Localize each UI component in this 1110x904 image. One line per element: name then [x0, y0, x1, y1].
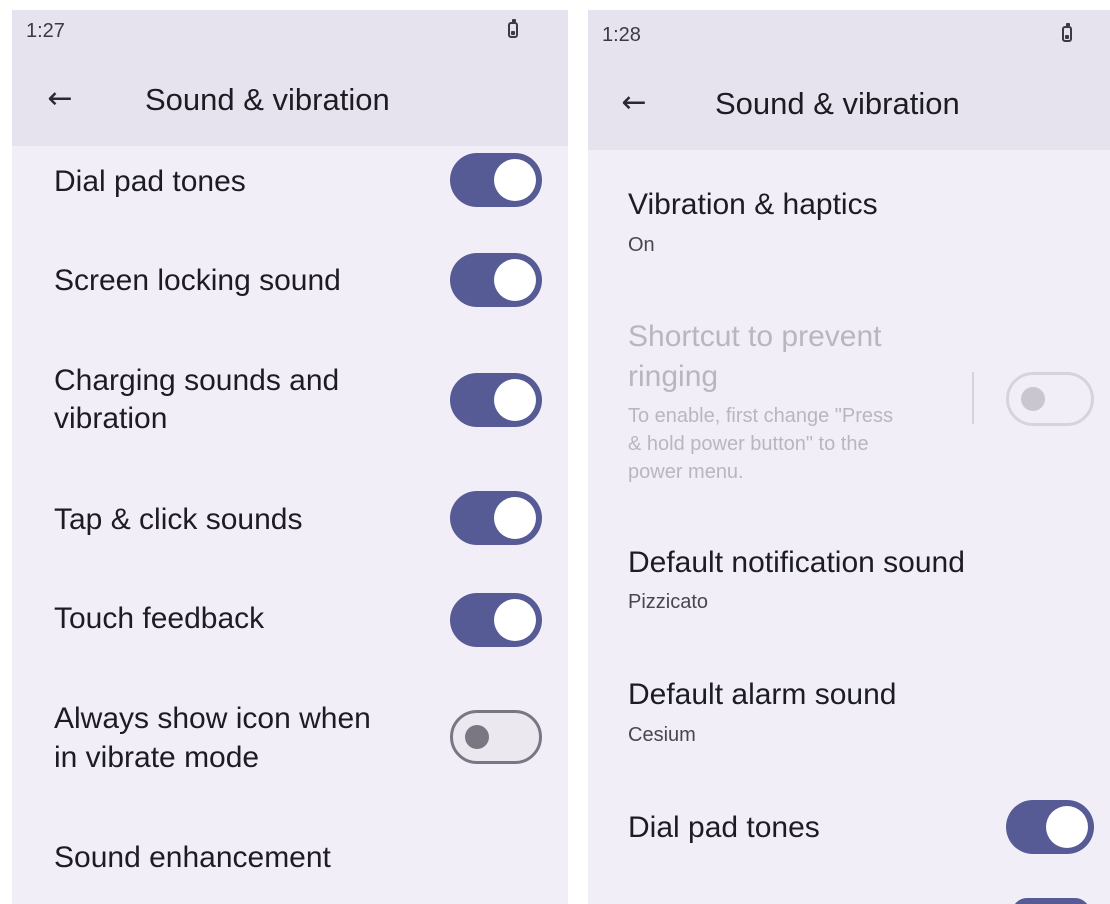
setting-label-line2: vibration: [54, 402, 168, 435]
app-bar: ← Sound & vibration: [588, 58, 1110, 150]
back-arrow-icon[interactable]: ←: [40, 80, 80, 120]
setting-label: Charging sounds and: [54, 364, 340, 397]
toggle-knob: [1046, 806, 1088, 848]
setting-label: Default alarm sound: [628, 678, 897, 711]
page-title: Sound & vibration: [715, 86, 960, 121]
page-title: Sound & vibration: [145, 82, 390, 117]
setting-label: Default notification sound: [628, 546, 965, 579]
toggle-knob: [494, 497, 536, 539]
battery-icon: [508, 19, 518, 38]
setting-label: Dial pad tones: [54, 165, 246, 198]
setting-summary: On: [628, 234, 655, 256]
app-bar: ← Sound & vibration: [12, 54, 568, 146]
toggle-knob: [494, 159, 536, 201]
toggle-knob: [494, 599, 536, 641]
toggle-knob: [494, 379, 536, 421]
toggle-knob: [1021, 387, 1045, 411]
setting-label: Always show icon when: [54, 702, 371, 735]
setting-summary: Pizzicato: [628, 591, 709, 613]
setting-label: Shortcut to prevent: [628, 320, 882, 353]
setting-summary: Cesium: [628, 724, 696, 746]
screen-locking-sound-toggle[interactable]: [450, 253, 542, 307]
setting-label: Screen locking sound: [54, 264, 341, 297]
partial-toggle[interactable]: [1012, 898, 1090, 904]
tap-click-sounds-toggle[interactable]: [450, 491, 542, 545]
setting-label: Dial pad tones: [628, 811, 820, 844]
setting-label-line2: ringing: [628, 360, 719, 393]
back-arrow-icon[interactable]: ←: [614, 84, 654, 124]
toggle-knob: [465, 725, 489, 749]
left-screen: 1:27 ← Sound & vibration Dial pad tones …: [12, 10, 568, 904]
touch-feedback-toggle[interactable]: [450, 593, 542, 647]
setting-label: Vibration & haptics: [628, 188, 878, 221]
status-time: 1:28: [602, 24, 641, 46]
setting-label: Sound enhancement: [54, 841, 331, 874]
battery-icon: [1062, 23, 1072, 42]
vibrate-icon-toggle[interactable]: [450, 710, 542, 764]
divider: [972, 372, 974, 424]
status-time: 1:27: [26, 20, 65, 42]
shortcut-toggle: [1006, 372, 1094, 426]
toggle-knob: [494, 259, 536, 301]
charging-sounds-toggle[interactable]: [450, 373, 542, 427]
setting-description-line3: power menu.: [628, 461, 744, 483]
setting-description: To enable, first change "Press: [628, 405, 894, 427]
setting-description-line2: & hold power button" to the: [628, 433, 869, 455]
dial-pad-tones-toggle[interactable]: [1006, 800, 1094, 854]
setting-label: Touch feedback: [54, 602, 265, 635]
setting-label: Tap & click sounds: [54, 503, 303, 536]
status-bar: 1:28: [588, 10, 1110, 58]
status-bar: 1:27: [12, 10, 568, 54]
dial-pad-tones-toggle[interactable]: [450, 153, 542, 207]
setting-label-line2: in vibrate mode: [54, 741, 260, 774]
right-screen: 1:28 ← Sound & vibration Vibration & hap…: [588, 10, 1110, 904]
